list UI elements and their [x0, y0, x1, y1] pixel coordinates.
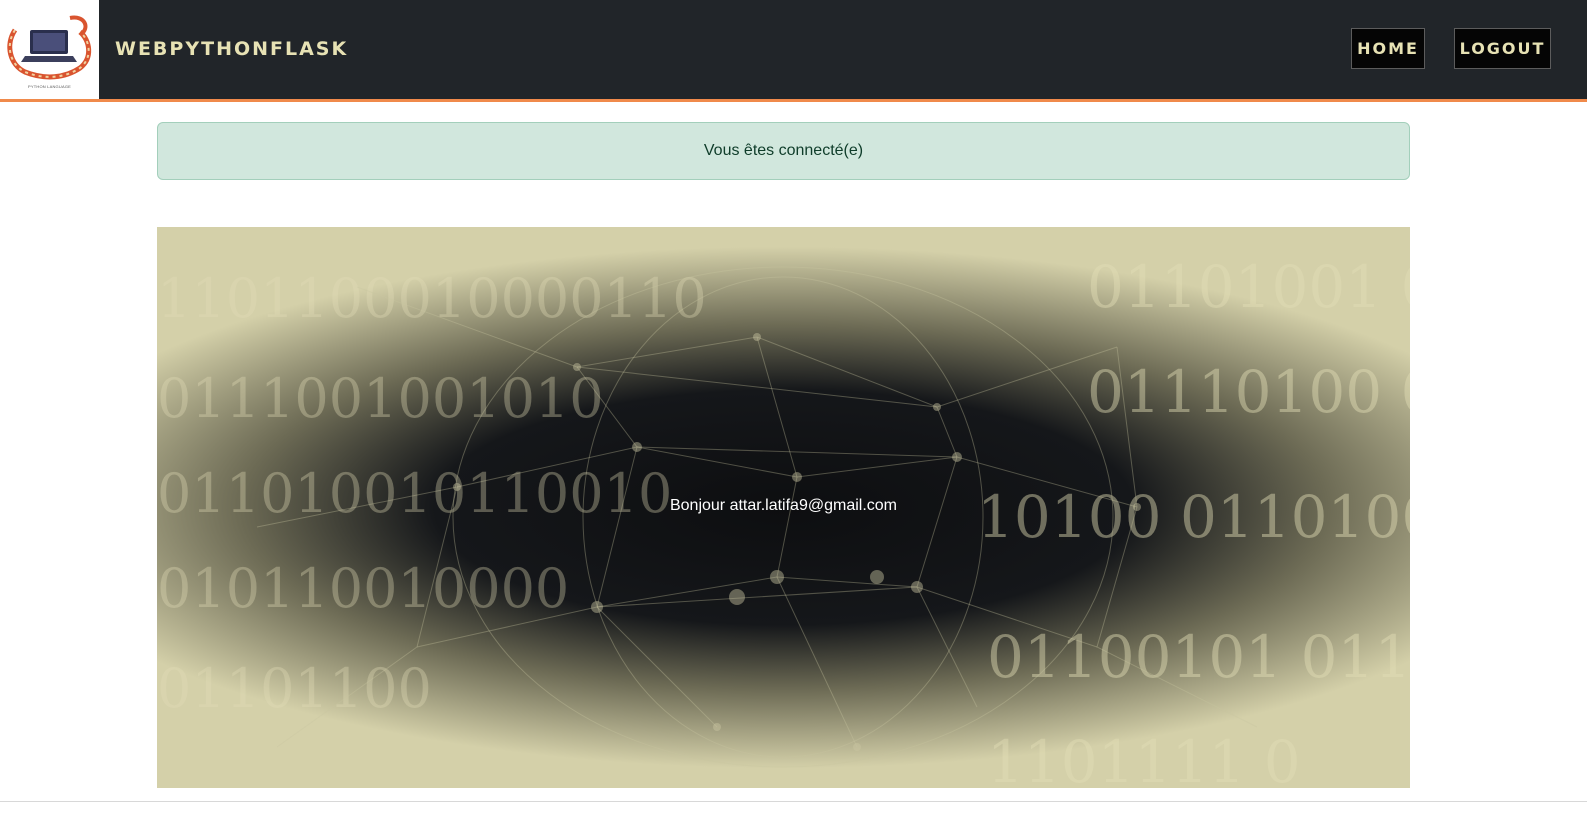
- login-success-alert: Vous êtes connecté(e): [157, 122, 1410, 180]
- alert-message: Vous êtes connecté(e): [703, 142, 864, 159]
- logout-button[interactable]: LOGOUT: [1454, 28, 1551, 69]
- binary-text: 011010010110010: [157, 462, 672, 525]
- binary-text: 1101111 0: [987, 728, 1301, 788]
- binary-text: 10100 01101001 0111: [977, 483, 1410, 551]
- logo-caption: PYTHON LANGUAGE: [27, 84, 71, 89]
- hero-banner: 1101100010000110 0111001001010 011010010…: [157, 227, 1410, 788]
- navbar: PYTHON LANGUAGE WEBPYTHONFLASK HOME LOGO…: [0, 0, 1587, 102]
- binary-text: 01100101 0111: [987, 623, 1410, 691]
- binary-text: 01110100 0110: [1087, 358, 1410, 426]
- divider: [0, 801, 1587, 802]
- logo[interactable]: PYTHON LANGUAGE: [0, 0, 99, 99]
- laptop-snake-logo-icon: [7, 15, 92, 80]
- home-button[interactable]: HOME: [1351, 28, 1425, 69]
- binary-text: 1101100010000110: [157, 267, 707, 330]
- greeting-text: Bonjour attar.latifa9@gmail.com: [669, 497, 897, 514]
- binary-text: 01101001 0110: [1087, 253, 1410, 321]
- binary-text: 0111001001010: [157, 367, 604, 430]
- binary-text: 01101100: [157, 657, 432, 720]
- brand-link[interactable]: WEBPYTHONFLASK: [115, 38, 348, 60]
- binary-text: 010110010000: [157, 557, 569, 620]
